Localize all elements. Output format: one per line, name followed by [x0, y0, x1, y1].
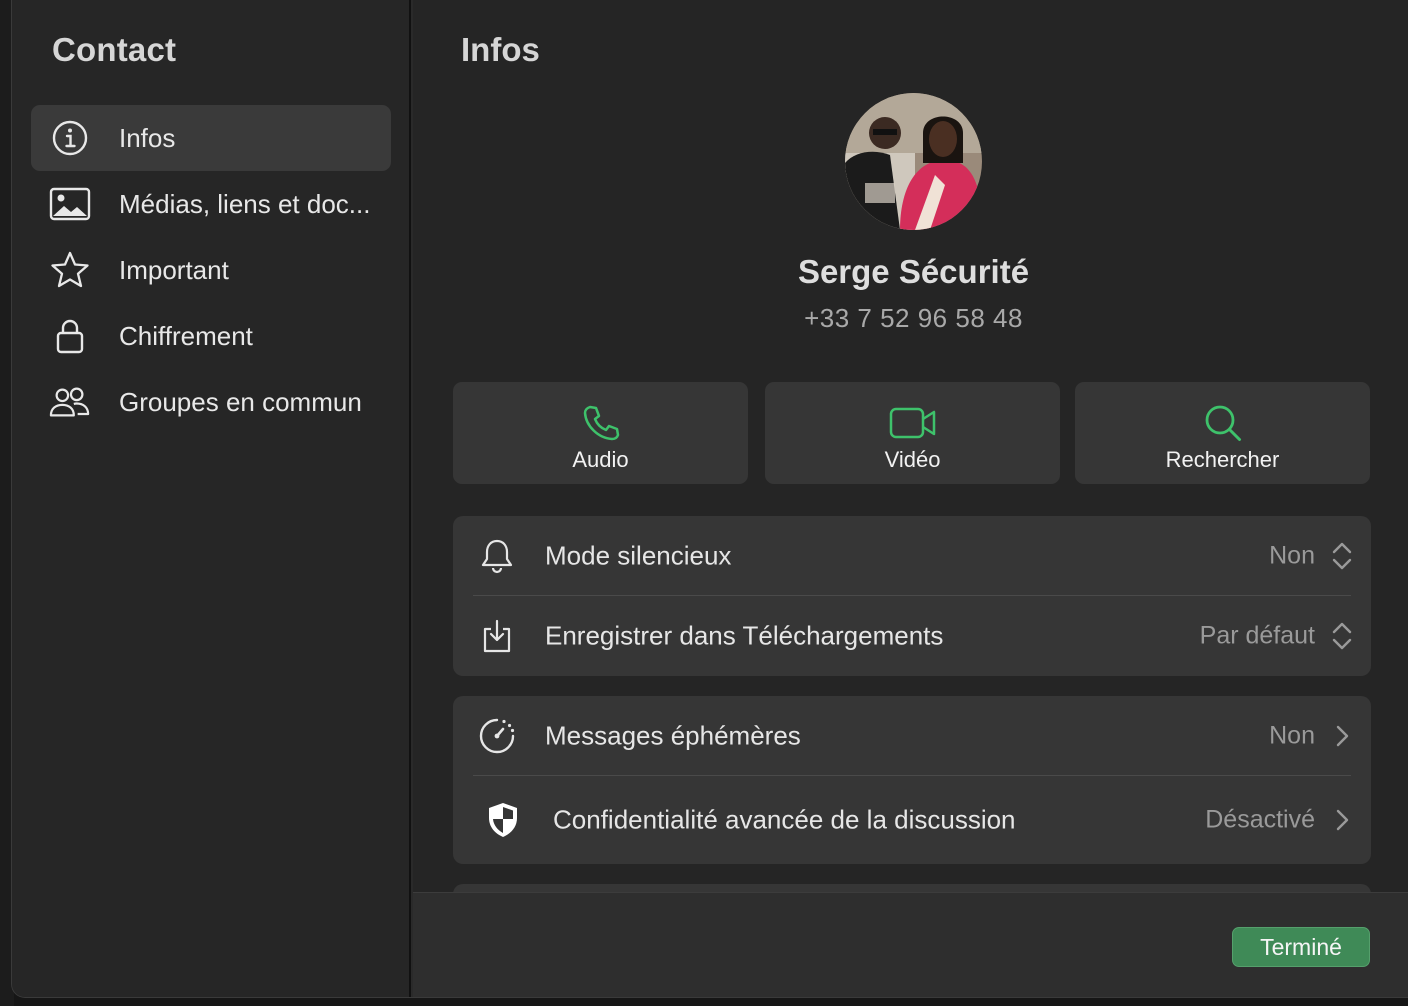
row-value: Désactivé: [1205, 805, 1315, 834]
mute-mode-row[interactable]: Mode silencieux Non: [453, 516, 1371, 596]
advanced-chat-privacy-row[interactable]: Confidentialité avancée de la discussion…: [453, 776, 1371, 864]
search-button[interactable]: Rechercher: [1075, 382, 1370, 484]
save-to-downloads-row[interactable]: Enregistrer dans Téléchargements Par déf…: [453, 596, 1371, 676]
stepper-icon: [1329, 619, 1355, 653]
row-label: Enregistrer dans Téléchargements: [545, 620, 944, 651]
contact-name: Serge Sécurité: [797, 253, 1030, 290]
disappearing-messages-row[interactable]: Messages éphémères Non: [453, 696, 1371, 776]
sidebar-item-medias[interactable]: Médias, liens et doc...: [31, 171, 391, 237]
star-icon: [49, 249, 91, 291]
contact-phone: +33 7 52 96 58 48: [804, 303, 1023, 333]
row-label: Messages éphémères: [545, 720, 801, 751]
chevron-right-icon: [1329, 803, 1355, 837]
sidebar-item-label: Chiffrement: [119, 320, 253, 351]
sidebar-item-groupes[interactable]: Groupes en commun: [31, 369, 391, 435]
sidebar-item-infos[interactable]: Infos: [31, 105, 391, 171]
page-title: Infos: [461, 31, 540, 68]
sidebar-title: Contact: [52, 31, 177, 68]
audio-call-button[interactable]: Audio: [453, 382, 748, 484]
row-label: Confidentialité avancée de la discussion: [553, 804, 1016, 835]
people-icon: [49, 381, 91, 423]
sidebar-item-label: Important: [119, 254, 229, 285]
done-button[interactable]: Terminé: [1232, 927, 1370, 967]
timer-icon: [475, 714, 519, 758]
row-value: Non: [1269, 721, 1315, 750]
notification-settings-card: Mode silencieux Non Enregistrer dans Tél…: [453, 516, 1371, 676]
row-value: Non: [1269, 541, 1315, 570]
video-camera-icon: [889, 402, 937, 444]
privacy-settings-card: Messages éphémères Non Confidentialité a…: [453, 696, 1371, 864]
bell-icon: [475, 534, 519, 578]
avatar[interactable]: [845, 93, 982, 230]
sidebar-nav: Infos Médias, liens et doc... Important …: [31, 105, 391, 435]
info-icon: [49, 117, 91, 159]
action-label: Audio: [572, 447, 629, 472]
sidebar-item-chiffrement[interactable]: Chiffrement: [31, 303, 391, 369]
action-label: Vidéo: [884, 447, 941, 472]
sidebar-item-label: Médias, liens et doc...: [119, 188, 371, 219]
row-value: Par défaut: [1199, 621, 1315, 650]
chevron-right-icon: [1329, 719, 1355, 753]
lock-icon: [49, 315, 91, 357]
sidebar-item-label: Groupes en commun: [119, 386, 362, 417]
sidebar-item-important[interactable]: Important: [31, 237, 391, 303]
shield-icon: [481, 798, 525, 842]
sidebar-item-label: Infos: [119, 122, 176, 153]
video-call-button[interactable]: Vidéo: [765, 382, 1060, 484]
stepper-icon: [1329, 539, 1355, 573]
download-icon: [475, 614, 519, 658]
contact-info-window: Contact Infos Médias, liens et doc... Im…: [11, 0, 1408, 998]
search-icon: [1199, 402, 1247, 444]
action-label: Rechercher: [1165, 447, 1280, 472]
main-panel: Infos Serge Sécurité +33 7 52 96 58 48 A…: [413, 0, 1408, 997]
footer-bar: Terminé: [413, 892, 1408, 997]
sidebar: Contact Infos Médias, liens et doc... Im…: [12, 0, 411, 997]
image-icon: [49, 183, 91, 225]
phone-icon: [577, 402, 625, 444]
row-label: Mode silencieux: [545, 540, 732, 571]
action-buttons: Audio Vidéo Rechercher: [453, 382, 1370, 484]
